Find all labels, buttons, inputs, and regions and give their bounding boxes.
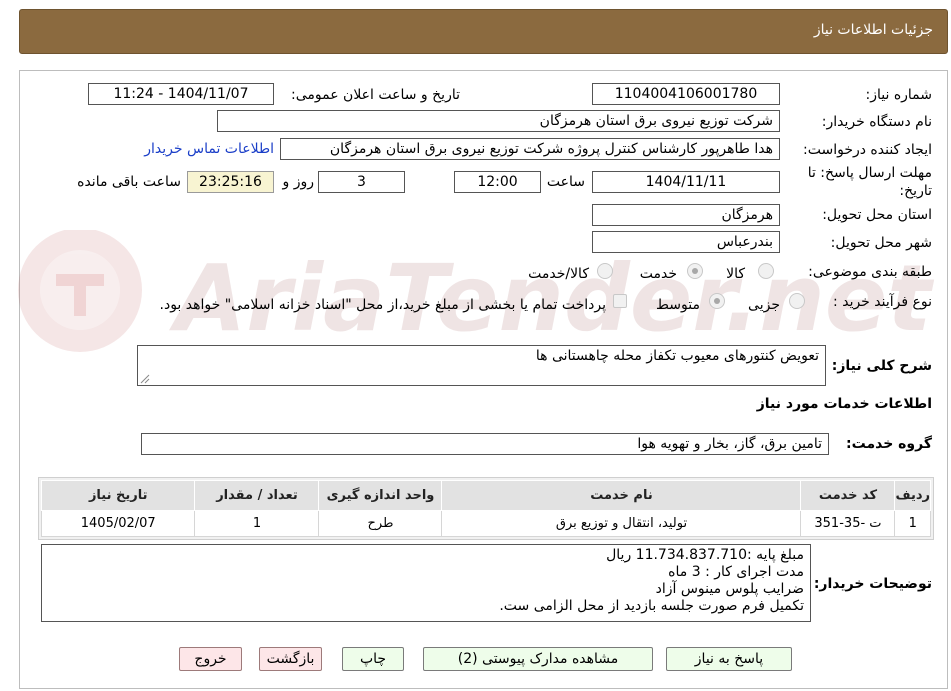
- cell-unit: طرح: [318, 510, 443, 537]
- days-remaining-field: 3: [318, 171, 405, 193]
- category-option-service: خدمت: [639, 266, 677, 282]
- announce-date-label: تاریخ و ساعت اعلان عمومی:: [291, 87, 460, 103]
- process-radio-minor[interactable]: [789, 293, 805, 309]
- summary-label: شرح کلی نیاز:: [831, 358, 932, 374]
- remaining-time-label: ساعت باقی مانده: [77, 174, 181, 190]
- process-option-medium: متوسط: [656, 297, 700, 313]
- treasury-checkbox[interactable]: [613, 294, 627, 308]
- remaining-time-field: 23:25:16: [187, 171, 274, 193]
- delivery-province-field: هرمزگان: [592, 204, 780, 226]
- col-header-service-code: کد خدمت: [800, 480, 896, 511]
- cell-quantity: 1: [194, 510, 320, 537]
- buyer-note-line: تکمیل فرم صورت جلسه بازدید از محل الزامی…: [499, 598, 804, 614]
- col-header-quantity: تعداد / مقدار: [194, 480, 320, 511]
- process-option-minor: جزیی: [748, 297, 780, 313]
- category-radio-goods-service[interactable]: [597, 263, 613, 279]
- purchase-process-label: نوع فرآیند خرید :: [833, 294, 932, 310]
- buyer-note-line: مدت اجرای کار : 3 ماه: [668, 564, 804, 580]
- category-radio-goods[interactable]: [758, 263, 774, 279]
- process-radio-medium[interactable]: [709, 293, 725, 309]
- table-row[interactable]: 1 ت -35-351 تولید، انتقال و توزیع برق طر…: [40, 510, 931, 537]
- exit-button[interactable]: خروج: [179, 647, 242, 671]
- col-header-need-date: تاریخ نیاز: [40, 480, 196, 511]
- table-header-row: ردیف کد خدمت نام خدمت واحد اندازه گیری ت…: [40, 480, 931, 511]
- days-word: روز و: [282, 174, 315, 190]
- buyer-name-field: شرکت توزیع نیروی برق استان هرمزگان: [217, 110, 780, 132]
- cell-row-number: 1: [894, 510, 931, 537]
- deadline-label: مهلت ارسال پاسخ: تا: [807, 165, 932, 181]
- service-group-label: گروه خدمت:: [846, 436, 932, 452]
- summary-text: تعویض کنتورهای معیوب تکفاز محله چاهستانی…: [535, 348, 819, 364]
- print-button[interactable]: چاپ: [342, 647, 404, 671]
- need-number-field: 1104004106001780: [592, 83, 780, 105]
- cell-service-code: ت -35-351: [800, 510, 896, 537]
- cell-service-name: تولید، انتقال و توزیع برق: [441, 510, 802, 537]
- request-creator-label: ایجاد کننده درخواست:: [803, 142, 932, 158]
- col-header-service-name: نام خدمت: [441, 480, 802, 511]
- page-header: جزئیات اطلاعات نیاز: [19, 9, 948, 54]
- back-button[interactable]: بازگشت: [259, 647, 322, 671]
- buyer-note-line: ضرایب پلوس مینوس آزاد: [655, 581, 804, 597]
- summary-textarea: تعویض کنتورهای معیوب تکفاز محله چاهستانی…: [137, 345, 826, 386]
- category-option-goods-service: کالا/خدمت: [528, 266, 589, 282]
- delivery-city-label: شهر محل تحویل:: [830, 235, 932, 251]
- category-option-goods: کالا: [726, 266, 745, 282]
- buyer-notes-textarea: مبلغ پایه :11.734.837.710 ریال مدت اجرای…: [41, 544, 811, 622]
- delivery-city-field: بندرعباس: [592, 231, 780, 253]
- cell-need-date: 1405/02/07: [40, 510, 196, 537]
- buyer-contact-link[interactable]: اطلاعات تماس خریدار: [144, 141, 274, 157]
- view-attachments-button[interactable]: مشاهده مدارک پیوستی (2): [423, 647, 653, 671]
- buyer-notes-label: توضیحات خریدار:: [813, 576, 932, 592]
- services-table: ردیف کد خدمت نام خدمت واحد اندازه گیری ت…: [38, 477, 934, 540]
- deadline-time-word: ساعت: [546, 174, 585, 190]
- buyer-note-line: مبلغ پایه :11.734.837.710 ریال: [606, 547, 804, 563]
- col-header-unit: واحد اندازه گیری: [318, 480, 443, 511]
- deadline-time-field: 12:00: [454, 171, 541, 193]
- resize-handle-icon[interactable]: [140, 374, 150, 384]
- page-title: جزئیات اطلاعات نیاز: [813, 22, 933, 38]
- treasury-note: پرداخت تمام یا بخشی از مبلغ خرید،از محل …: [159, 297, 606, 313]
- request-creator-field: هدا طاهرپور کارشناس کنترل پروژه شرکت توز…: [280, 138, 780, 160]
- deadline-label-line2: تاریخ:: [899, 183, 932, 199]
- services-section-title: اطلاعات خدمات مورد نیاز: [756, 396, 932, 412]
- category-label: طبقه بندی موضوعی:: [808, 264, 932, 280]
- deadline-date-field: 1404/11/11: [592, 171, 780, 193]
- category-radio-service[interactable]: [687, 263, 703, 279]
- delivery-province-label: استان محل تحویل:: [822, 207, 932, 223]
- announce-date-field: 1404/11/07 - 11:24: [88, 83, 274, 105]
- need-number-label: شماره نیاز:: [865, 87, 933, 103]
- service-group-field: تامین برق، گاز، بخار و تهویه هوا: [141, 433, 829, 455]
- reply-button[interactable]: پاسخ به نیاز: [666, 647, 792, 671]
- col-header-row-number: ردیف: [894, 480, 931, 511]
- buyer-name-label: نام دستگاه خریدار:: [821, 114, 932, 130]
